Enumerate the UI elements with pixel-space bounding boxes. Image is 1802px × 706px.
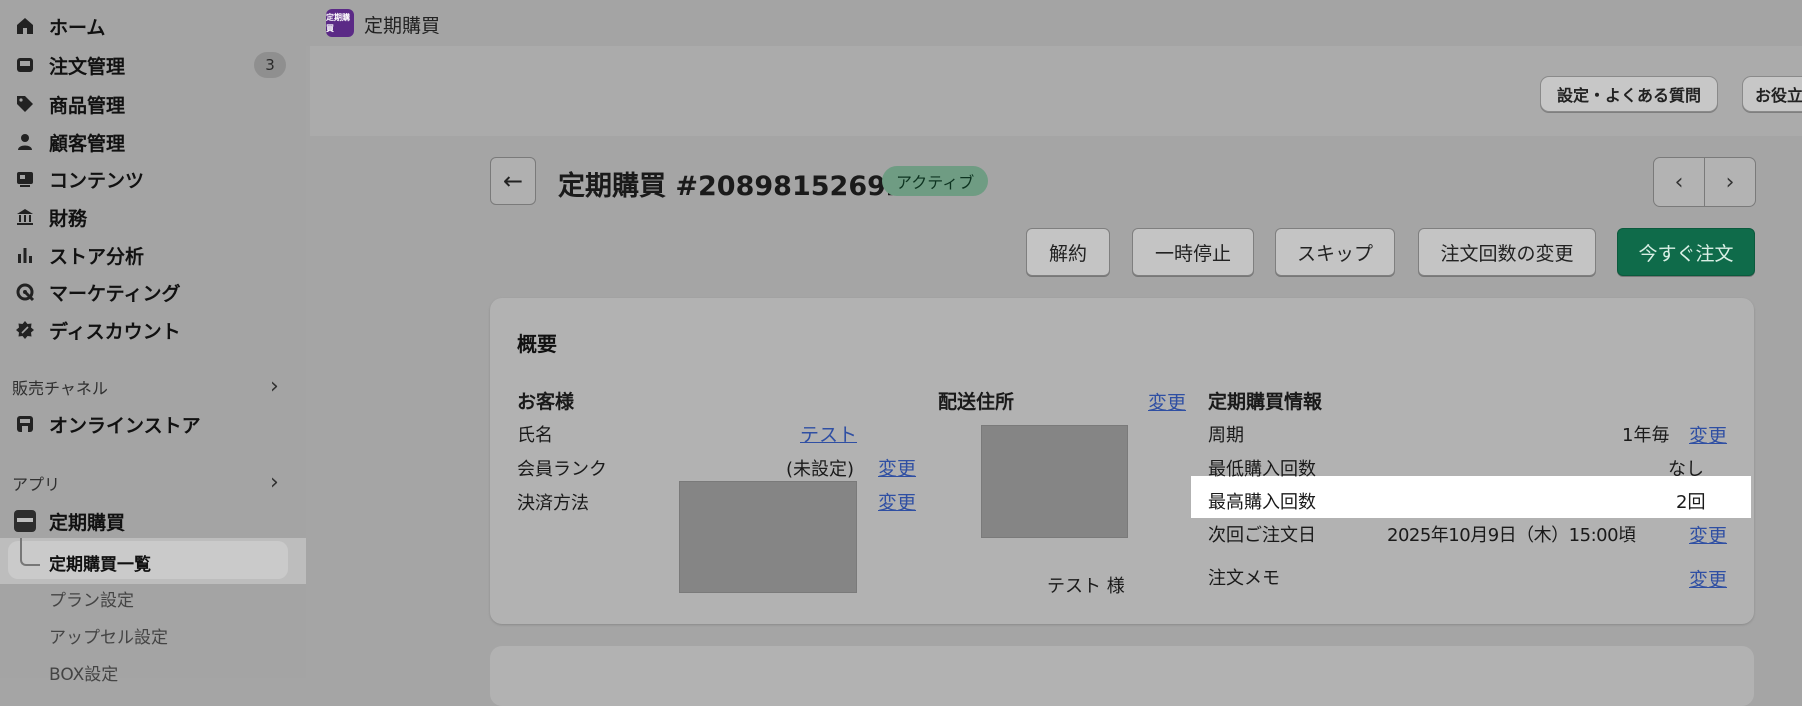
chevron-right-icon[interactable]: ›	[270, 374, 279, 399]
subscription-info-heading: 定期購買情報	[1208, 391, 1323, 413]
content-icon	[13, 167, 37, 191]
overview-title: 概要	[517, 332, 557, 356]
min-purchase-count-value: なし	[1668, 459, 1704, 480]
sidebar-item-finance[interactable]: 財務	[0, 199, 306, 235]
sidebar-item-label: ディスカウント	[49, 320, 181, 343]
redacted-address	[981, 425, 1128, 538]
order-memo-change-link[interactable]: 変更	[1689, 565, 1727, 592]
home-icon	[13, 14, 37, 38]
sidebar-subitem-upsell-settings[interactable]: アップセル設定	[49, 623, 168, 648]
sidebar-item-label: ホーム	[49, 16, 106, 39]
sidebar-item-online-store[interactable]: オンラインストア	[0, 406, 306, 442]
member-rank-label: 会員ランク	[517, 459, 607, 480]
sidebar-item-customers[interactable]: 顧客管理	[0, 124, 306, 160]
target-icon	[13, 280, 37, 304]
change-order-count-button[interactable]: 注文回数の変更	[1418, 228, 1596, 276]
next-order-date-value: 2025年10月9日（木）15:00頃	[1387, 525, 1636, 546]
sidebar-subitem-plan-settings[interactable]: プラン設定	[49, 586, 134, 611]
sidebar-item-label: マーケティング	[49, 282, 181, 305]
customer-name-link[interactable]: テスト	[800, 420, 857, 447]
arrow-left-icon: ←	[502, 167, 524, 195]
app-title: 定期購買	[364, 15, 441, 37]
app-topbar: 定期購買 定期購買	[306, 0, 1802, 46]
sidebar-item-label: 顧客管理	[49, 132, 126, 155]
shipping-address-heading: 配送住所	[938, 391, 1015, 413]
payment-method-label: 決済方法	[517, 493, 589, 514]
app-logo-icon	[13, 509, 37, 533]
settings-faq-button[interactable]: 設定・よくある質問	[1540, 76, 1718, 112]
tag-icon	[13, 92, 37, 116]
sidebar-item-label: 商品管理	[49, 94, 126, 117]
sidebar-item-products[interactable]: 商品管理	[0, 86, 306, 122]
shipping-address-change-link[interactable]: 変更	[1148, 388, 1186, 415]
member-rank-value: (未設定)	[786, 459, 855, 480]
cycle-change-link[interactable]: 変更	[1689, 421, 1727, 448]
sidebar-item-label: 注文管理	[49, 55, 126, 78]
sidebar-subitem-box-settings[interactable]: BOX設定	[49, 660, 118, 685]
app-logo-icon: 定期購買	[326, 9, 354, 37]
sidebar-item-subscription-app[interactable]: 定期購買	[0, 503, 306, 539]
next-order-date-label: 次回ご注文日	[1208, 525, 1316, 546]
order-now-button[interactable]: 今すぐ注文	[1617, 228, 1755, 276]
apps-heading: アプリ	[12, 475, 61, 494]
sidebar-item-home[interactable]: ホーム	[0, 8, 306, 44]
chevron-right-icon[interactable]: ›	[270, 470, 279, 495]
orders-count-badge: 3	[254, 52, 286, 78]
skip-button[interactable]: スキップ	[1275, 228, 1395, 276]
status-badge: アクティブ	[882, 166, 989, 196]
sales-channels-heading: 販売チャネル	[12, 379, 108, 398]
payment-method-change-link[interactable]: 変更	[878, 488, 916, 515]
page-title: 定期購買 #20898152692	[558, 171, 905, 202]
person-icon	[13, 130, 37, 154]
member-rank-change-link[interactable]: 変更	[878, 454, 916, 481]
store-icon	[13, 412, 37, 436]
bank-icon	[13, 205, 37, 229]
sidebar-item-orders[interactable]: 注文管理 3	[0, 47, 306, 83]
sidebar: ホーム 注文管理 3 商品管理 顧客管理 コンテンツ 財務 ストア分析 マーケテ…	[0, 0, 306, 685]
sidebar-item-label: オンラインストア	[49, 414, 201, 437]
cycle-value: 1年毎	[1622, 425, 1670, 446]
max-purchase-count-label: 最高購入回数	[1208, 492, 1316, 513]
chevron-right-icon: ›	[1725, 169, 1735, 195]
tree-branch-line	[20, 538, 40, 566]
sidebar-item-analytics[interactable]: ストア分析	[0, 237, 306, 273]
sidebar-item-label: 財務	[49, 207, 88, 230]
sidebar-item-label: ストア分析	[49, 245, 145, 268]
shipping-recipient-name: テスト 様	[1047, 576, 1125, 597]
discount-icon	[13, 318, 37, 342]
sidebar-item-marketing[interactable]: マーケティング	[0, 274, 306, 310]
cycle-label: 周期	[1208, 425, 1244, 446]
sidebar-item-discounts[interactable]: ディスカウント	[0, 312, 306, 348]
sidebar-subitem-label: 定期購買一覧	[49, 555, 151, 575]
next-order-date-change-link[interactable]: 変更	[1689, 521, 1727, 548]
order-memo-label: 注文メモ	[1208, 568, 1280, 589]
chevron-left-icon: ‹	[1674, 169, 1684, 195]
back-button[interactable]: ←	[490, 157, 536, 205]
helpful-info-button[interactable]: お役立	[1742, 76, 1802, 112]
min-purchase-count-label: 最低購入回数	[1208, 459, 1316, 480]
app-logo-text: 定期購買	[326, 13, 350, 33]
redacted-payment-info	[679, 481, 857, 593]
sidebar-item-label: コンテンツ	[49, 169, 145, 192]
next-card	[490, 646, 1754, 706]
sidebar-item-label: 定期購買	[49, 511, 126, 534]
bar-chart-icon	[13, 243, 37, 267]
sidebar-item-content[interactable]: コンテンツ	[0, 161, 306, 197]
inbox-icon	[13, 53, 37, 77]
next-button[interactable]: ›	[1704, 157, 1756, 207]
customer-heading: お客様	[517, 391, 575, 413]
cancel-subscription-button[interactable]: 解約	[1026, 228, 1110, 276]
sidebar-subitem-subscription-list[interactable]: 定期購買一覧	[0, 538, 306, 584]
max-purchase-count-value: 2回	[1676, 492, 1706, 513]
customer-name-label: 氏名	[517, 425, 553, 446]
previous-button[interactable]: ‹	[1653, 157, 1705, 207]
pause-button[interactable]: 一時停止	[1132, 228, 1254, 276]
